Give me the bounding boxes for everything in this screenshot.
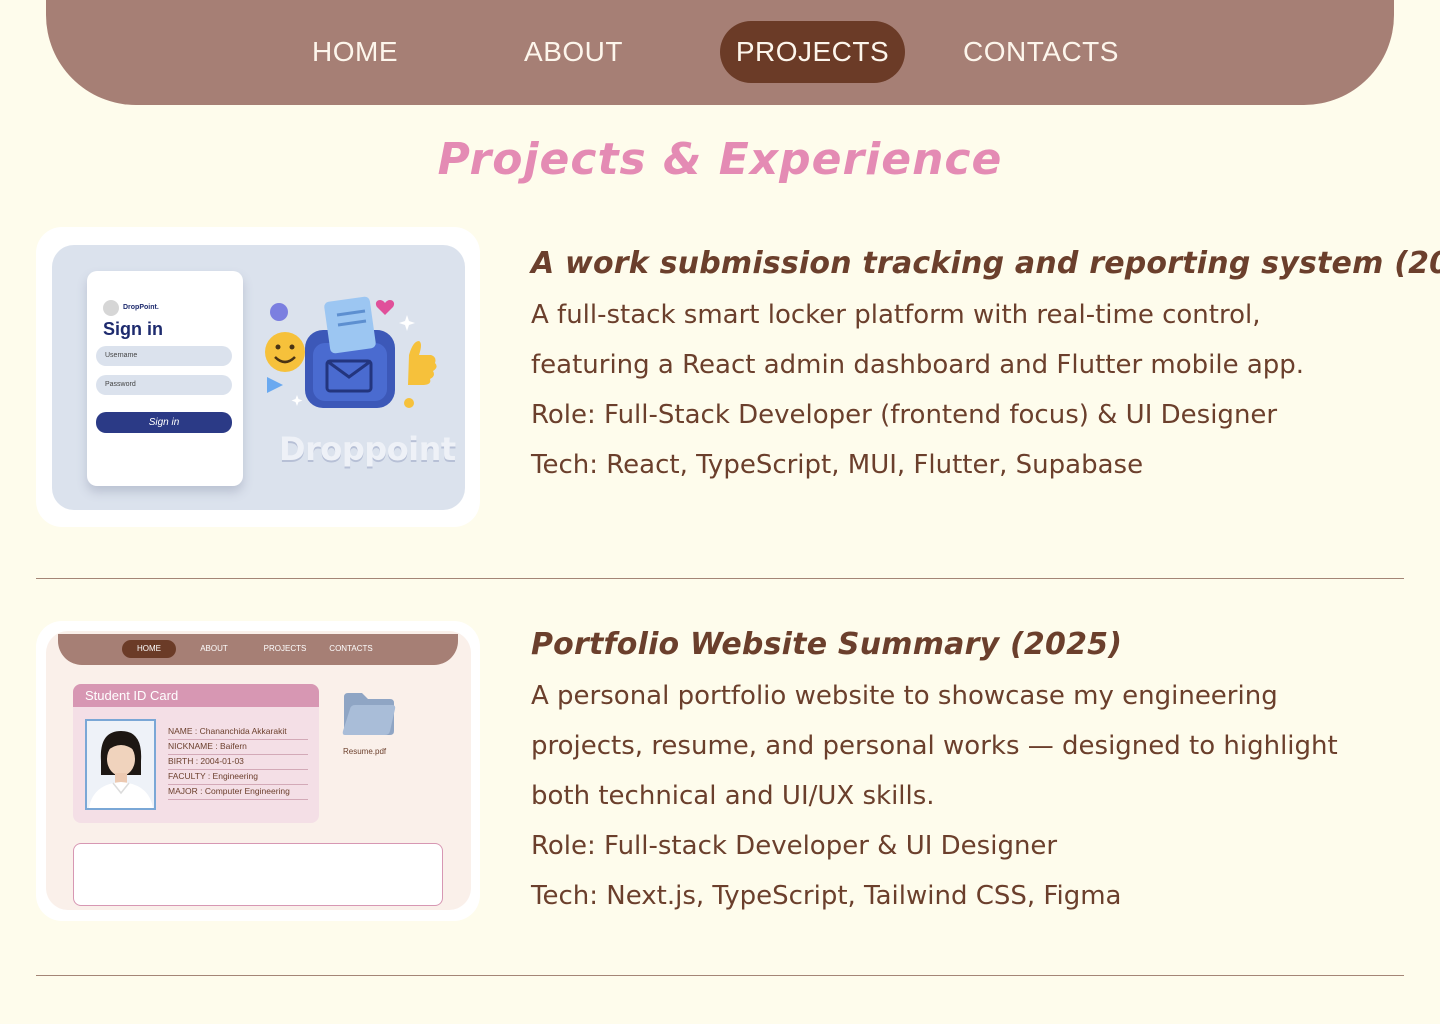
- divider: [36, 578, 1404, 579]
- project-tech: Tech: Next.js, TypeScript, Tailwind CSS,…: [531, 881, 1122, 911]
- project-thumbnail-droppoint[interactable]: DropPoint. Sign in Username Password Sig…: [36, 227, 480, 527]
- thumbnail-background: HOME ABOUT PROJECTS CONTACTS Student ID …: [46, 631, 471, 910]
- mailbox-illustration-icon: [265, 296, 437, 408]
- nav-about[interactable]: ABOUT: [506, 21, 641, 83]
- mockup-logo-text: DropPoint.: [123, 304, 159, 311]
- mockup-heading: Sign in: [103, 319, 163, 339]
- logo-icon: [103, 300, 119, 316]
- mockup-empty-box: [73, 843, 443, 906]
- project-role: Role: Full-stack Developer & UI Designer: [531, 831, 1058, 861]
- student-id-card-mockup: Student ID Card NAME : Chananchida Akkar…: [73, 684, 319, 823]
- id-card-title: Student ID Card: [73, 684, 319, 707]
- mockup-signin-button: Sign in: [96, 412, 232, 433]
- mockup-nav-contacts: CONTACTS: [329, 644, 373, 653]
- id-row-major: MAJOR : Computer Engineering: [168, 786, 308, 800]
- nav-home[interactable]: HOME: [290, 21, 420, 83]
- top-nav: HOME ABOUT PROJECTS CONTACTS: [46, 0, 1394, 105]
- mockup-brand-text: Droppoint: [279, 430, 456, 468]
- project-description-line: featuring a React admin dashboard and Fl…: [531, 350, 1305, 380]
- project-description-line: A full-stack smart locker platform with …: [531, 300, 1261, 330]
- thumbnail-background: DropPoint. Sign in Username Password Sig…: [52, 245, 465, 510]
- mockup-password-field: Password: [96, 375, 232, 395]
- nav-projects[interactable]: PROJECTS: [720, 21, 905, 83]
- person-photo-icon: [85, 719, 156, 810]
- project-thumbnail-portfolio[interactable]: HOME ABOUT PROJECTS CONTACTS Student ID …: [36, 621, 480, 921]
- project-description-line: both technical and UI/UX skills.: [531, 781, 935, 811]
- project-description-line: A personal portfolio website to showcase…: [531, 681, 1278, 711]
- id-row-name: NAME : Chananchida Akkarakit: [168, 726, 308, 740]
- folder-icon: [342, 693, 396, 735]
- mockup-username-field: Username: [96, 346, 232, 366]
- page-title: Projects & Experience: [437, 134, 1003, 185]
- id-row-faculty: FACULTY : Engineering: [168, 771, 308, 785]
- signin-card-mockup: DropPoint. Sign in Username Password Sig…: [87, 271, 243, 486]
- mockup-nav-home: HOME: [122, 640, 176, 658]
- mockup-nav: HOME ABOUT PROJECTS CONTACTS: [58, 634, 458, 665]
- project-title: A work submission tracking and reporting…: [531, 246, 1440, 281]
- project-title: Portfolio Website Summary (2025): [531, 627, 1123, 662]
- project-role: Role: Full-Stack Developer (frontend foc…: [531, 400, 1278, 430]
- divider: [36, 975, 1404, 976]
- project-description-line: projects, resume, and personal works — d…: [531, 731, 1338, 761]
- mockup-nav-projects: PROJECTS: [263, 644, 307, 653]
- nav-contacts[interactable]: CONTACTS: [946, 21, 1136, 83]
- id-row-nickname: NICKNAME : Baifern: [168, 741, 308, 755]
- resume-file-label: Resume.pdf: [343, 747, 387, 756]
- project-tech: Tech: React, TypeScript, MUI, Flutter, S…: [531, 450, 1144, 480]
- mockup-nav-about: ABOUT: [200, 644, 228, 653]
- id-row-birth: BIRTH : 2004-01-03: [168, 756, 308, 770]
